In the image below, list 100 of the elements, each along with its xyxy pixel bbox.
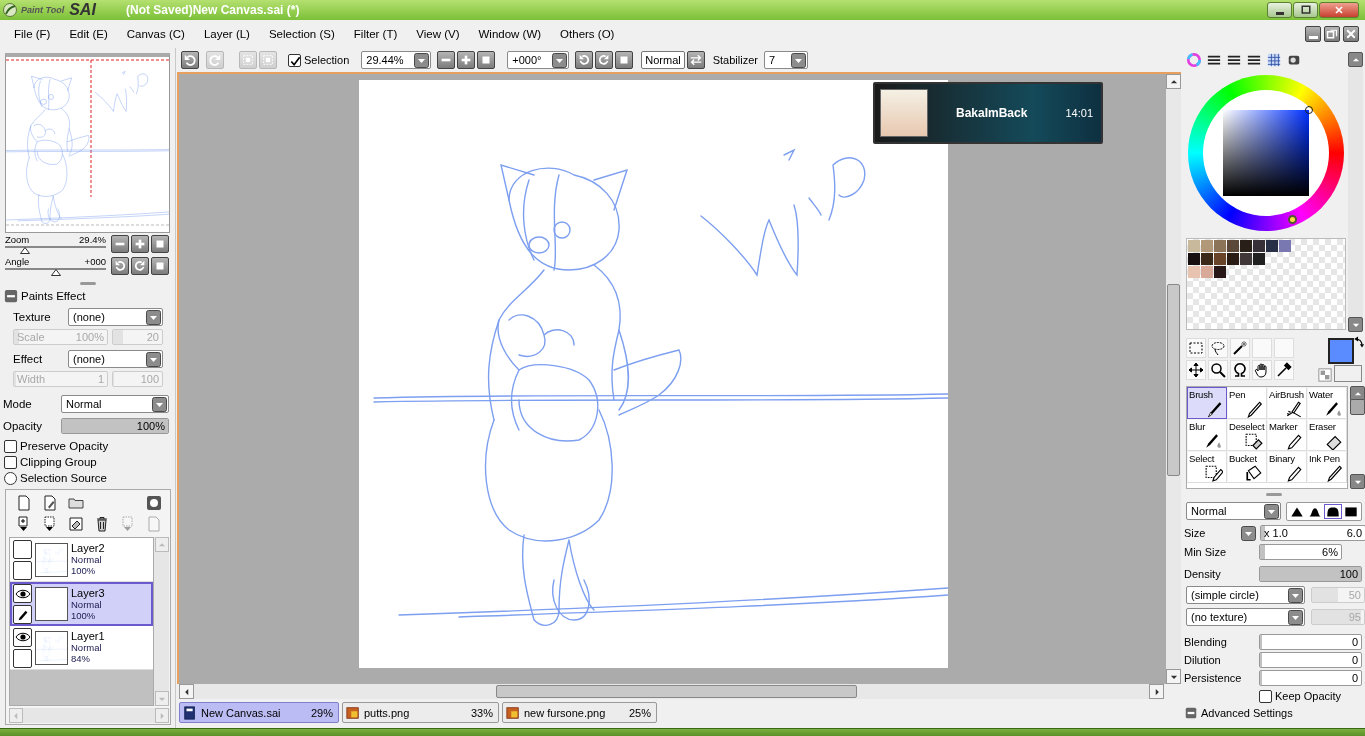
tool-button[interactable]: Ink Pen [1307, 451, 1347, 483]
color-swatch[interactable] [1279, 240, 1291, 252]
color-swatch[interactable] [1266, 240, 1278, 252]
setting-slider[interactable]: 0 [1259, 670, 1362, 686]
texture-dropdown[interactable]: (none) [68, 308, 163, 326]
size-slider[interactable]: x 1.0 6.0 [1260, 525, 1365, 541]
zoom-dropdown[interactable]: 29.44% [361, 51, 432, 69]
brush-shape-dropdown[interactable]: (simple circle) [1186, 586, 1305, 604]
visibility-toggle[interactable] [13, 627, 32, 647]
menu-item[interactable]: Edit (E) [64, 26, 113, 42]
radio-button[interactable] [4, 471, 17, 485]
magic-wand-tool[interactable] [1230, 338, 1250, 358]
rotate-right-button[interactable] [595, 51, 614, 69]
collapse-icon[interactable] [4, 289, 18, 303]
vertical-scrollbar[interactable] [154, 537, 169, 706]
vertical-scrollbar[interactable] [1350, 386, 1365, 489]
tool-button[interactable]: Pen [1227, 387, 1267, 419]
minimize-button[interactable] [1267, 2, 1292, 18]
rotate-left-button[interactable] [111, 257, 129, 275]
vertical-scrollbar[interactable] [1348, 52, 1363, 332]
collapse-icon[interactable] [1185, 707, 1197, 719]
angle-dropdown[interactable]: +000° [507, 51, 570, 69]
menu-item[interactable]: View (V) [411, 26, 465, 42]
undo-button[interactable] [181, 51, 199, 69]
primary-color[interactable] [1328, 338, 1354, 364]
lasso-tool[interactable] [1208, 338, 1228, 358]
checkbox[interactable] [4, 455, 17, 469]
tool-button[interactable]: AirBrush [1267, 387, 1307, 419]
visibility-toggle[interactable] [13, 539, 32, 559]
color-swatch[interactable] [1253, 240, 1265, 252]
edit-target-toggle[interactable] [13, 560, 32, 580]
menu-item[interactable]: Selection (S) [263, 26, 340, 42]
color-swatch[interactable] [1214, 253, 1226, 265]
rotate-reset-button[interactable] [615, 51, 634, 69]
zoom-reset-button[interactable] [151, 235, 169, 253]
menu-item[interactable]: Window (W) [473, 26, 547, 42]
color-swatch[interactable] [1253, 253, 1265, 265]
zoom-reset-button[interactable] [477, 51, 496, 69]
tool-button[interactable]: Blur [1187, 419, 1227, 451]
tool-button[interactable]: Bucket [1227, 451, 1267, 483]
setting-slider[interactable]: 0 [1259, 634, 1362, 650]
eyedropper-tool[interactable] [1274, 360, 1294, 380]
color-swatch[interactable] [1188, 266, 1200, 278]
tool-button[interactable]: Select [1187, 451, 1227, 483]
minimize-button[interactable] [1305, 26, 1321, 42]
rotate-reset-button[interactable] [151, 257, 169, 275]
color-swatch[interactable] [1201, 266, 1213, 278]
horizontal-scrollbar[interactable] [9, 708, 169, 723]
color-swatch[interactable] [1188, 240, 1200, 252]
document-tab[interactable]: new fursone.png 25% [502, 702, 657, 723]
color-swatch[interactable] [1240, 240, 1252, 252]
tool-button[interactable]: Binary [1267, 451, 1307, 483]
color-swatch[interactable] [1201, 240, 1213, 252]
folder-icon[interactable] [68, 495, 84, 511]
edit-target-toggle[interactable] [13, 648, 32, 668]
new-layer-icon[interactable] [16, 495, 32, 511]
move-tool[interactable] [1186, 360, 1206, 380]
search-tool[interactable] [1208, 360, 1228, 380]
new-linework-layer-icon[interactable] [42, 495, 58, 511]
blend-mode-dropdown[interactable]: Normal [61, 395, 169, 413]
layer-row[interactable]: Layer3 Normal 100% [10, 582, 153, 626]
swatch-grid-icon[interactable] [1266, 52, 1282, 68]
hue-marker[interactable] [1288, 215, 1297, 224]
default-colors-icon[interactable] [1318, 368, 1332, 382]
brush-shape-icon[interactable] [1324, 503, 1342, 519]
edit-target-toggle[interactable] [13, 605, 32, 624]
zoom-in-button[interactable] [131, 235, 149, 253]
color-swatch[interactable] [1240, 253, 1252, 265]
zoom-in-button[interactable] [457, 51, 476, 69]
min-size-slider[interactable]: 6% [1259, 544, 1342, 560]
tool-button[interactable]: Deselect [1227, 419, 1267, 451]
selection-rectangle-tool[interactable] [1186, 338, 1206, 358]
restore-button[interactable] [1324, 26, 1340, 42]
opacity-slider[interactable]: 100% [61, 418, 169, 434]
stabilizer-dropdown[interactable]: 7 [763, 51, 808, 69]
zoom-out-button[interactable] [111, 235, 129, 253]
brush-blend-dropdown[interactable]: Normal [1186, 502, 1281, 520]
menu-item[interactable]: Canvas (C) [121, 26, 190, 42]
color-swatch[interactable] [1201, 253, 1213, 265]
visibility-toggle[interactable] [13, 584, 32, 603]
color-swatch[interactable] [1214, 240, 1226, 252]
tool-button[interactable]: Water [1307, 387, 1347, 419]
horizontal-scrollbar[interactable] [179, 684, 1164, 699]
checkbox[interactable] [4, 439, 17, 453]
rotate-tool[interactable] [1230, 360, 1250, 380]
panel-grip[interactable] [1265, 493, 1282, 496]
transfer-down-icon[interactable] [42, 516, 58, 532]
density-slider[interactable]: 100 [1259, 566, 1362, 582]
rotate-left-button[interactable] [575, 51, 594, 69]
maximize-button[interactable] [1293, 2, 1318, 18]
tool-button[interactable]: Brush [1187, 387, 1227, 419]
zoom-out-button[interactable] [437, 51, 456, 69]
tool-button[interactable]: Marker [1267, 419, 1307, 451]
saturation-value-square[interactable] [1223, 110, 1309, 196]
menu-item[interactable]: File (F) [9, 26, 56, 42]
tool-button[interactable]: Eraser [1307, 419, 1347, 451]
close-button[interactable] [1343, 26, 1359, 42]
color-swatch[interactable] [1227, 253, 1239, 265]
slider-thumb[interactable] [50, 269, 61, 276]
menu-item[interactable]: Others (O) [555, 26, 620, 42]
